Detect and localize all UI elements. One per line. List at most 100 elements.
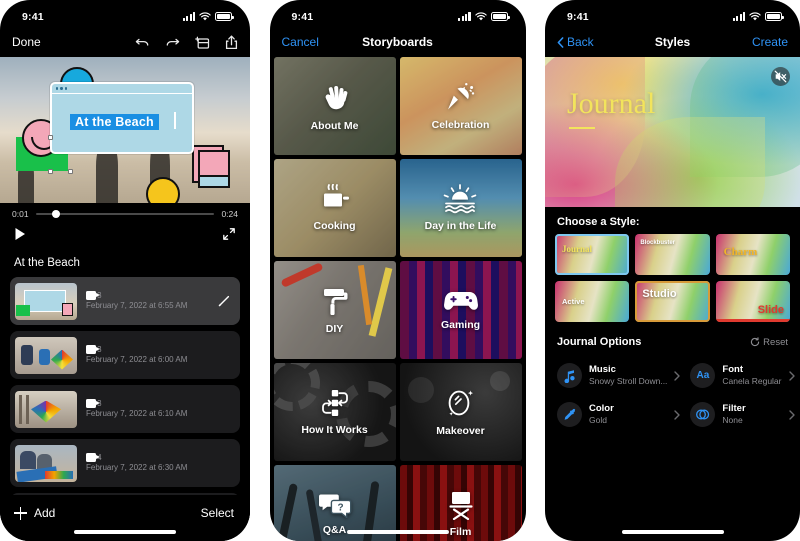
clip-duration: 0:04: [86, 453, 102, 462]
scrubber[interactable]: 0:01 0:24: [0, 203, 250, 219]
current-time: 0:01: [12, 209, 29, 219]
chevron-right-icon[interactable]: [674, 409, 681, 420]
done-button[interactable]: Done: [12, 35, 41, 49]
total-time: 0:24: [221, 209, 238, 219]
clip-row[interactable]: 0:03 February 7, 2022 at 6:00 AM: [10, 331, 240, 379]
flowchart-gears-icon: [318, 388, 352, 418]
text-card-overlay[interactable]: At the Beach: [50, 82, 194, 154]
play-icon[interactable]: [14, 227, 26, 241]
option-color[interactable]: Color Gold: [555, 397, 682, 432]
filter-lens-icon: [690, 402, 716, 427]
storyboard-tile-makeover[interactable]: Makeover: [399, 363, 522, 461]
option-music[interactable]: Music Snowy Stroll Down...: [555, 358, 682, 393]
chevron-right-icon[interactable]: [674, 370, 681, 381]
cellular-bars-icon: [182, 12, 195, 21]
share-icon[interactable]: [225, 35, 238, 50]
storyboard-grid: About Me Celebration Cooking Day in the …: [270, 57, 526, 541]
style-name: Journal: [562, 244, 593, 254]
clip-thumbnail: [15, 282, 77, 320]
create-button[interactable]: Create: [752, 35, 788, 49]
plus-icon: [14, 506, 27, 520]
phone-editor: 9:41 Done At the Beach 0:01 0:24 At the …: [0, 0, 250, 541]
option-value: Canela Regular: [722, 376, 782, 387]
style-name: Studio: [642, 288, 677, 300]
style-thumb-charm[interactable]: Charm: [715, 234, 790, 275]
style-thumb-slide[interactable]: Slide: [715, 281, 790, 322]
clip-row[interactable]: 0:04 February 7, 2022 at 6:30 AM: [10, 439, 240, 487]
status-time: 9:41: [291, 10, 314, 23]
speaker-mute-icon[interactable]: [771, 67, 790, 86]
storyboard-tile-day-in-the-life[interactable]: Day in the Life: [399, 159, 522, 257]
eyedropper-icon: [557, 402, 582, 427]
font-aa-icon: Aa: [690, 363, 716, 388]
storyboard-tile-cooking[interactable]: Cooking: [273, 159, 396, 257]
storyboard-tile-about-me[interactable]: About Me: [273, 57, 396, 155]
wifi-icon: [199, 12, 211, 21]
choose-style-header: Choose a Style:: [545, 207, 800, 234]
chevron-right-icon[interactable]: [788, 370, 795, 381]
video-preview[interactable]: At the Beach: [0, 57, 250, 203]
choose-style-label: Choose a Style:: [557, 216, 640, 228]
back-button[interactable]: Back: [557, 35, 594, 49]
expand-icon[interactable]: [222, 227, 236, 241]
option-filter[interactable]: Filter None: [688, 397, 796, 432]
tile-label: Q&A: [322, 524, 347, 536]
party-popper-icon: [444, 81, 476, 113]
overlay-text[interactable]: At the Beach: [70, 114, 159, 130]
tile-label: Celebration: [431, 119, 490, 131]
editor-navbar: Done: [0, 27, 250, 57]
options-header: Journal Options Reset: [545, 322, 800, 354]
hot-cup-icon: [318, 184, 352, 214]
battery-icon: [765, 12, 784, 21]
clip-date: February 7, 2022 at 6:30 AM: [86, 463, 188, 472]
progress-knob[interactable]: [51, 209, 61, 219]
option-value: None: [722, 415, 743, 426]
selection-handle[interactable]: [68, 169, 73, 174]
chevron-right-icon[interactable]: [788, 409, 795, 420]
styles-navbar: Back Styles Create: [545, 27, 800, 57]
storyboard-tile-gaming[interactable]: Gaming: [399, 261, 522, 359]
wifi-icon: [749, 12, 761, 21]
preview-underline: [569, 127, 595, 130]
redo-icon[interactable]: [165, 36, 180, 49]
storyboard-tile-diy[interactable]: DIY: [273, 261, 396, 359]
option-name: Music: [589, 363, 616, 375]
sparkle-mirror-icon: [444, 387, 476, 419]
cancel-button[interactable]: Cancel: [282, 35, 319, 49]
selection-handle[interactable]: [48, 169, 53, 174]
progress-track[interactable]: [35, 209, 215, 219]
clip-row[interactable]: 0:03 February 7, 2022 at 6:55 AM: [10, 277, 240, 325]
home-indicator: [346, 530, 449, 534]
clip-date: February 7, 2022 at 6:00 AM: [86, 355, 188, 364]
storyboard-tile-how-it-works[interactable]: How It Works: [273, 363, 396, 461]
clip-duration: 0:03: [86, 291, 102, 300]
style-preview[interactable]: Journal: [545, 57, 800, 207]
storyboard-tile-celebration[interactable]: Celebration: [399, 57, 522, 155]
style-thumb-blockbuster[interactable]: Blockbuster: [635, 234, 710, 275]
status-bar: 9:41: [545, 0, 800, 27]
svg-text:?: ?: [337, 503, 343, 514]
add-media-icon[interactable]: [195, 35, 210, 50]
pencil-icon[interactable]: [217, 294, 231, 308]
style-thumb-studio[interactable]: Studio: [635, 281, 710, 322]
add-label: Add: [34, 506, 56, 520]
clip-thumbnail: [15, 444, 77, 482]
style-thumb-journal[interactable]: Journal: [555, 234, 630, 275]
option-name: Filter: [722, 402, 746, 414]
style-name: Slide: [757, 304, 784, 316]
select-button[interactable]: Select: [201, 506, 234, 520]
style-name: Active: [562, 297, 585, 306]
undo-icon[interactable]: [135, 36, 150, 49]
clip-row[interactable]: 0:03 February 7, 2022 at 6:10 AM: [10, 385, 240, 433]
tile-label: DIY: [325, 323, 344, 335]
selection-handle[interactable]: [48, 135, 53, 140]
battery-icon: [215, 12, 234, 21]
style-thumb-active[interactable]: Active: [555, 281, 630, 322]
tile-label: Makeover: [436, 425, 485, 437]
option-font[interactable]: Aa Font Canela Regular: [688, 358, 796, 393]
home-indicator: [621, 530, 724, 534]
add-button[interactable]: Add: [14, 506, 55, 520]
reset-button[interactable]: Reset: [750, 337, 788, 348]
sunrise-icon: [442, 184, 478, 214]
status-time: 9:41: [22, 10, 44, 23]
